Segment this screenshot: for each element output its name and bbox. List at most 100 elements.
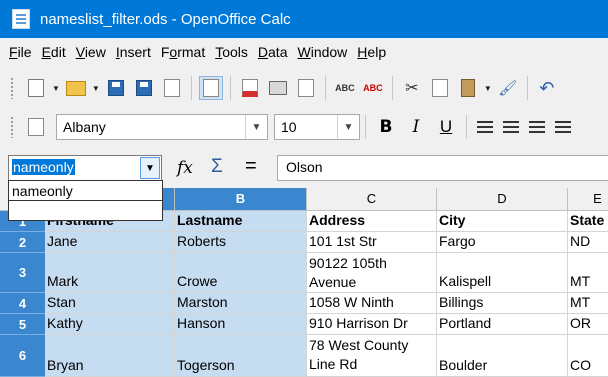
table-cell[interactable]: State [568, 211, 608, 232]
column-header-d[interactable]: D [437, 188, 568, 211]
table-cell[interactable]: OR [568, 314, 608, 335]
table-cell[interactable]: Kathy [45, 314, 175, 335]
name-box-value[interactable]: nameonly [12, 159, 75, 175]
table-cell[interactable]: Boulder [437, 335, 568, 377]
cell-content-input[interactable]: Olson [277, 155, 608, 181]
name-box-chevron-down-icon[interactable]: ▼ [140, 157, 160, 179]
menu-window[interactable]: Window [292, 44, 352, 60]
new-document-button[interactable] [24, 76, 48, 100]
chevron-down-icon[interactable]: ▼ [245, 115, 267, 139]
undo-button[interactable]: ↶ [535, 76, 559, 100]
chevron-down-icon[interactable]: ▼ [337, 115, 359, 139]
table-cell[interactable]: Portland [437, 314, 568, 335]
table-cell[interactable]: Crowe [175, 253, 307, 293]
table-cell[interactable]: City [437, 211, 568, 232]
autospellcheck-button[interactable]: ABC [361, 76, 385, 100]
menu-data[interactable]: Data [253, 44, 293, 60]
toolbar-grip[interactable] [10, 116, 14, 138]
table-cell[interactable]: Jane [45, 232, 175, 253]
save-as-button[interactable] [132, 76, 156, 100]
underline-button[interactable]: U [434, 117, 458, 137]
scissors-icon: ✂ [405, 80, 419, 97]
table-cell[interactable]: Roberts [175, 232, 307, 253]
open-button[interactable] [64, 76, 88, 100]
paste-dropdown-icon[interactable]: ▼ [484, 84, 492, 93]
table-cell[interactable]: Kalispell [437, 253, 568, 293]
row-header[interactable]: 2 [0, 232, 45, 253]
name-box[interactable]: nameonly ▼ [8, 155, 162, 181]
justify-icon[interactable] [555, 121, 571, 133]
email-button[interactable] [160, 76, 184, 100]
table-cell[interactable]: Billings [437, 293, 568, 314]
email-icon [163, 79, 180, 97]
table-cell[interactable]: Marston [175, 293, 307, 314]
table-cell[interactable]: 90122 105th Avenue [307, 253, 437, 293]
dropdown-option-nameonly[interactable]: nameonly [9, 181, 162, 201]
table-cell[interactable]: Bryan [45, 335, 175, 377]
font-size-select[interactable]: 10 ▼ [274, 114, 360, 140]
table-cell[interactable]: MT [568, 293, 608, 314]
new-dropdown-icon[interactable]: ▼ [52, 84, 60, 93]
table-cell[interactable]: Hanson [175, 314, 307, 335]
bold-button[interactable]: B [374, 117, 398, 137]
column-header-c[interactable]: C [307, 188, 437, 211]
save-button[interactable] [104, 76, 128, 100]
font-name-select[interactable]: Albany ▼ [56, 114, 268, 140]
column-header-e[interactable]: E [568, 188, 608, 211]
table-cell[interactable]: Address [307, 211, 437, 232]
edit-file-button[interactable] [198, 76, 223, 100]
folder-icon [65, 80, 86, 96]
menu-view[interactable]: View [71, 44, 111, 60]
function-wizard-icon[interactable]: fx [177, 158, 193, 178]
table-cell[interactable]: ND [568, 232, 608, 253]
table-cell[interactable]: Stan [45, 293, 175, 314]
table-cell[interactable]: Togerson [175, 335, 307, 377]
styles-button[interactable] [24, 115, 48, 139]
row-header[interactable]: 4 [0, 293, 45, 314]
toolbar-separator [229, 76, 231, 100]
save-as-icon [135, 80, 152, 96]
table-cell[interactable]: 910 Harrison Dr [307, 314, 437, 335]
row-header[interactable]: 6 [0, 335, 45, 377]
table-cell[interactable]: 78 West County Line Rd [307, 335, 437, 377]
table-cell[interactable]: Mark [45, 253, 175, 293]
table-cell[interactable]: 101 1st Str [307, 232, 437, 253]
row-header[interactable]: 5 [0, 314, 45, 335]
dropdown-option-empty[interactable] [9, 201, 162, 221]
toolbar-separator [190, 76, 192, 100]
spellcheck-button[interactable]: ABC [333, 76, 357, 100]
toolbar-separator [365, 115, 366, 139]
menu-tools[interactable]: Tools [210, 44, 253, 60]
menu-edit[interactable]: Edit [37, 44, 71, 60]
edit-pencil-icon [202, 79, 219, 97]
menu-help[interactable]: Help [352, 44, 391, 60]
row-header[interactable]: 3 [0, 253, 45, 293]
cut-button[interactable]: ✂ [400, 76, 424, 100]
copy-button[interactable] [428, 76, 452, 100]
sum-icon[interactable]: Σ [211, 156, 223, 178]
print-button[interactable] [266, 76, 290, 100]
italic-button[interactable]: I [404, 117, 428, 137]
table-cell[interactable]: MT [568, 253, 608, 293]
align-right-icon[interactable] [529, 121, 545, 133]
menu-file[interactable]: File [4, 44, 37, 60]
menu-format[interactable]: Format [156, 44, 210, 60]
pdf-icon [241, 79, 258, 97]
table-cell[interactable]: 1058 W Ninth [307, 293, 437, 314]
clone-formatting-button[interactable]: 🖌 [496, 76, 520, 100]
function-equals-icon[interactable]: = [245, 155, 257, 178]
table-cell[interactable]: Lastname [175, 211, 307, 232]
column-header-b[interactable]: B [175, 188, 307, 211]
export-pdf-button[interactable] [238, 76, 262, 100]
table-cell[interactable]: CO [568, 335, 608, 377]
align-center-icon[interactable] [503, 121, 519, 133]
paste-button[interactable] [456, 76, 480, 100]
menu-insert[interactable]: Insert [111, 44, 156, 60]
table-cell[interactable]: Fargo [437, 232, 568, 253]
page-preview-button[interactable] [294, 76, 318, 100]
toolbar-grip[interactable] [10, 77, 14, 99]
undo-icon: ↶ [539, 77, 555, 98]
align-left-icon[interactable] [477, 121, 493, 133]
open-dropdown-icon[interactable]: ▼ [92, 84, 100, 93]
new-document-icon [28, 79, 44, 97]
